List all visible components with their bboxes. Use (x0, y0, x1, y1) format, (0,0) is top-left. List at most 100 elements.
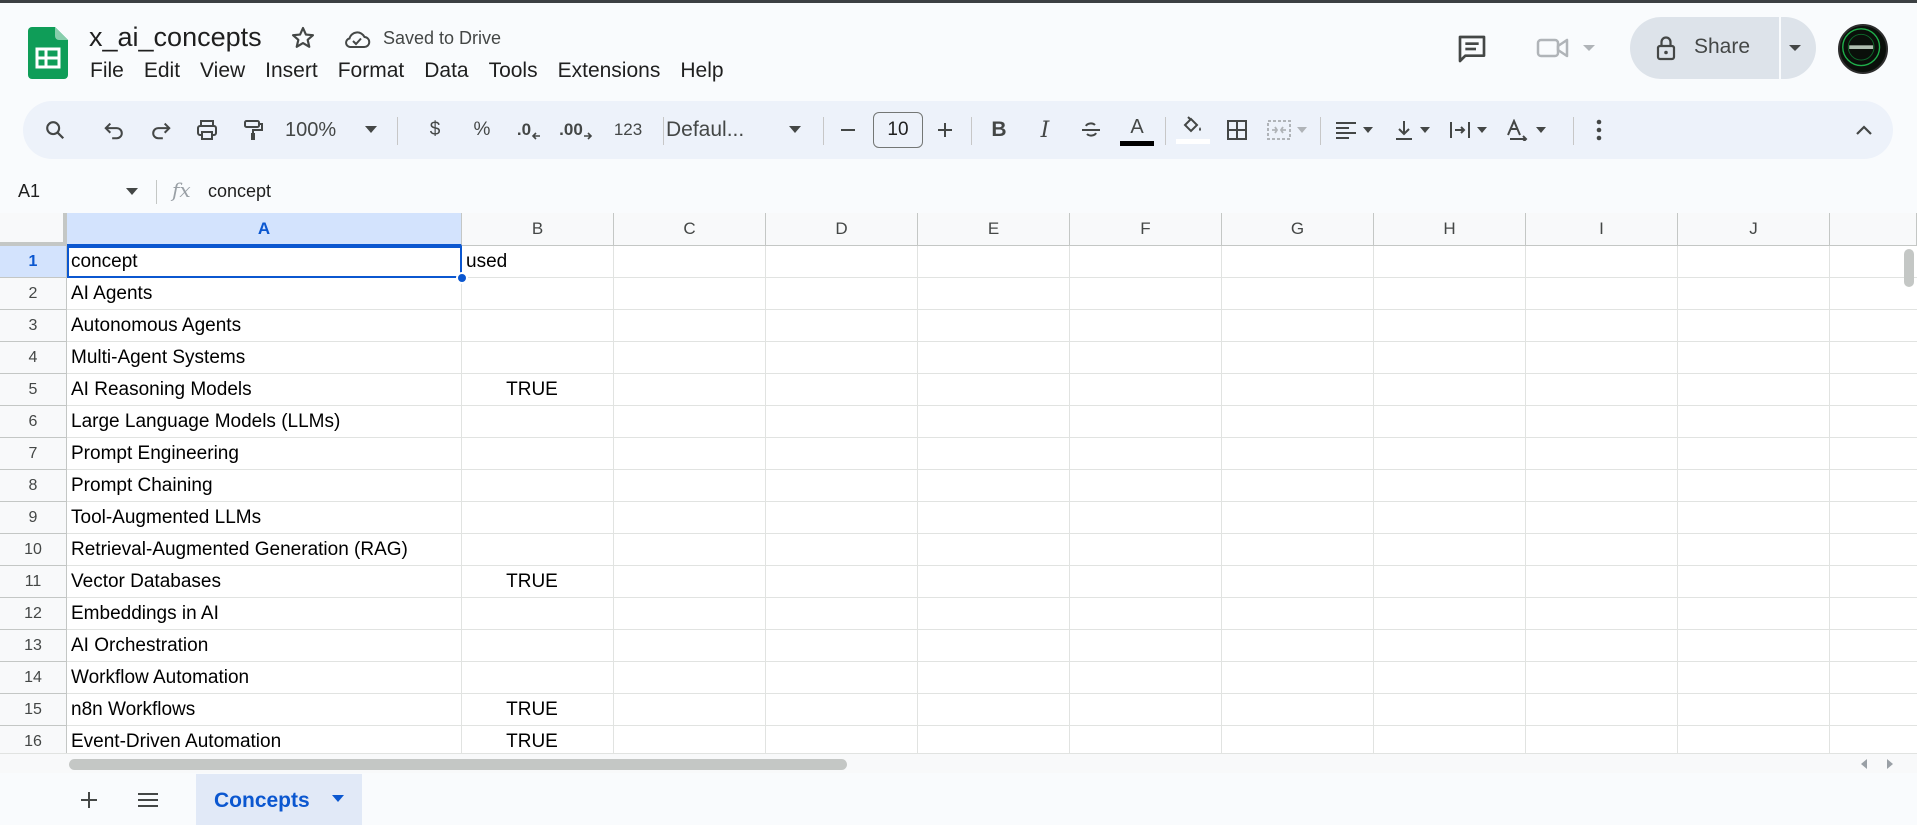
text-rotation-button[interactable] (1501, 101, 1551, 159)
cell-a[interactable]: Multi-Agent Systems (71, 347, 245, 369)
row-header[interactable]: 11 (0, 566, 67, 598)
row-header[interactable]: 2 (0, 278, 67, 310)
zoom-select[interactable]: 100% (285, 101, 343, 159)
row-header[interactable]: 16 (0, 726, 67, 753)
chevron-down-icon[interactable] (1582, 43, 1596, 53)
cell-b[interactable]: TRUE (462, 571, 602, 593)
decrease-font-size-button[interactable] (833, 101, 863, 159)
column-header-j[interactable]: J (1678, 213, 1830, 246)
menu-file[interactable]: File (80, 59, 134, 83)
spreadsheet-grid[interactable]: ABCDEFGHIJ 1 concept used 2 AI Agents 3 Autono… (0, 213, 1917, 753)
text-color-button[interactable]: A (1119, 101, 1155, 159)
hide-menus-button[interactable] (1849, 101, 1879, 159)
row-header[interactable]: 15 (0, 694, 67, 726)
font-size-input[interactable]: 10 (873, 112, 923, 148)
fill-color-button[interactable] (1175, 101, 1211, 159)
cell-a[interactable]: Workflow Automation (71, 667, 249, 689)
formula-input[interactable]: concept (208, 181, 271, 202)
scroll-left-icon[interactable] (1860, 759, 1868, 769)
row-header[interactable]: 8 (0, 470, 67, 502)
cell-a[interactable]: Embeddings in AI (71, 603, 219, 625)
cell-a[interactable]: Event-Driven Automation (71, 731, 281, 753)
font-chevron-icon[interactable] (789, 126, 801, 134)
share-button[interactable]: Share (1630, 17, 1816, 79)
strikethrough-button[interactable] (1074, 101, 1108, 159)
row-header[interactable]: 12 (0, 598, 67, 630)
meet-video-icon[interactable] (1536, 34, 1570, 62)
row-header[interactable]: 4 (0, 342, 67, 374)
cell-a[interactable]: Tool-Augmented LLMs (71, 507, 261, 529)
row-header[interactable]: 7 (0, 438, 67, 470)
zoom-chevron-icon[interactable] (365, 126, 377, 134)
sheet-tab-concepts[interactable]: Concepts (196, 774, 362, 825)
vertical-scrollbar[interactable] (1904, 249, 1914, 287)
row-header[interactable]: 14 (0, 662, 67, 694)
column-header-i[interactable]: I (1526, 213, 1678, 246)
horizontal-scrollbar[interactable] (69, 759, 847, 770)
paint-format-button[interactable] (235, 101, 271, 159)
column-header-d[interactable]: D (766, 213, 918, 246)
more-formats-button[interactable]: 123 (603, 101, 653, 159)
row-header[interactable]: 10 (0, 534, 67, 566)
bold-button[interactable]: B (982, 101, 1016, 159)
cell-a[interactable]: Prompt Chaining (71, 475, 213, 497)
column-header-g[interactable]: G (1222, 213, 1374, 246)
row-header[interactable]: 5 (0, 374, 67, 406)
star-icon[interactable] (290, 25, 316, 51)
text-wrapping-button[interactable] (1443, 101, 1493, 159)
select-all-corner[interactable] (0, 213, 67, 246)
menu-format[interactable]: Format (328, 59, 415, 83)
cell-a[interactable]: Vector Databases (71, 571, 221, 593)
column-header-a[interactable]: A (67, 213, 462, 246)
column-header-b[interactable]: B (462, 213, 614, 246)
document-title[interactable]: x_ai_concepts (89, 22, 262, 53)
menu-data[interactable]: Data (414, 59, 478, 83)
more-options-button[interactable] (1587, 101, 1611, 159)
cell-b[interactable]: TRUE (462, 699, 602, 721)
account-avatar[interactable] (1838, 24, 1888, 74)
merge-cells-button[interactable] (1263, 101, 1311, 159)
borders-button[interactable] (1219, 101, 1255, 159)
cloud-saved-icon[interactable] (343, 28, 371, 50)
percent-format-button[interactable]: % (467, 101, 497, 159)
horizontal-align-button[interactable] (1329, 101, 1379, 159)
menu-insert[interactable]: Insert (255, 59, 328, 83)
row-header[interactable]: 1 (0, 246, 67, 278)
font-select[interactable]: Defaul... (666, 101, 786, 159)
italic-button[interactable]: I (1028, 101, 1062, 159)
row-header[interactable]: 13 (0, 630, 67, 662)
print-button[interactable] (189, 101, 225, 159)
column-header-f[interactable]: F (1070, 213, 1222, 246)
menu-edit[interactable]: Edit (134, 59, 190, 83)
vertical-align-button[interactable] (1387, 101, 1437, 159)
column-header-c[interactable]: C (614, 213, 766, 246)
cell-a[interactable]: AI Agents (71, 283, 152, 305)
menu-help[interactable]: Help (670, 59, 733, 83)
all-sheets-button[interactable] (136, 790, 160, 810)
comments-icon[interactable] (1456, 33, 1488, 65)
cell-a[interactable]: Retrieval-Augmented Generation (RAG) (71, 539, 408, 561)
cell-b[interactable]: TRUE (462, 731, 602, 753)
decrease-decimal-button[interactable]: .0 (511, 101, 547, 159)
cell-a[interactable]: Large Language Models (LLMs) (71, 411, 340, 433)
name-box-chevron-icon[interactable] (126, 188, 138, 196)
scroll-right-icon[interactable] (1886, 759, 1894, 769)
cell-b[interactable]: used (466, 251, 606, 273)
menu-extensions[interactable]: Extensions (548, 59, 671, 83)
undo-button[interactable] (96, 101, 132, 159)
cell-a[interactable]: AI Orchestration (71, 635, 208, 657)
redo-button[interactable] (143, 101, 179, 159)
menu-tools[interactable]: Tools (479, 59, 548, 83)
column-header-e[interactable]: E (918, 213, 1070, 246)
add-sheet-button[interactable] (78, 789, 100, 811)
currency-format-button[interactable]: $ (420, 101, 450, 159)
cell-a[interactable]: n8n Workflows (71, 699, 195, 721)
sheets-logo-icon[interactable] (28, 27, 68, 79)
row-header[interactable]: 3 (0, 310, 67, 342)
fill-handle[interactable] (456, 272, 468, 284)
sheet-tab-chevron-icon[interactable] (332, 795, 344, 803)
cell-b[interactable]: TRUE (462, 379, 602, 401)
menu-view[interactable]: View (190, 59, 255, 83)
cell-a[interactable]: AI Reasoning Models (71, 379, 252, 401)
row-header[interactable]: 9 (0, 502, 67, 534)
